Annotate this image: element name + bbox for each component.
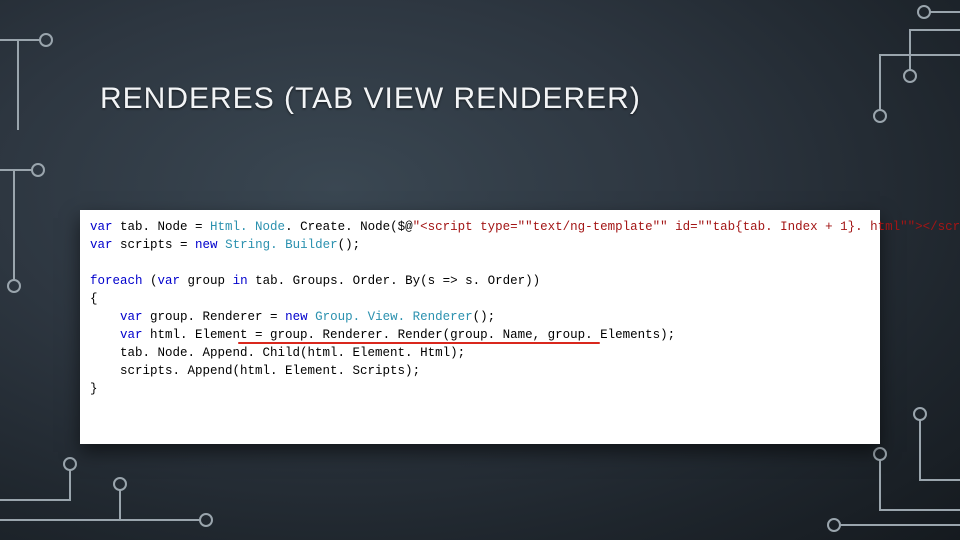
code-text: scripts = <box>113 238 196 252</box>
slide-title: RENDERES (TAB VIEW RENDERER) <box>100 82 641 116</box>
code-text <box>218 238 226 252</box>
code-type: Group. View. Renderer <box>315 310 473 324</box>
circuit-top-right <box>810 0 960 200</box>
code-indent <box>90 346 120 360</box>
code-text: tab. Groups. Order. By(s => s. Order)) <box>248 274 541 288</box>
code-type: Html. Node <box>210 220 285 234</box>
code-text: . Create. Node($@ <box>285 220 413 234</box>
code-keyword: in <box>233 274 248 288</box>
slide-background: RENDERES (TAB VIEW RENDERER) var tab. No… <box>0 0 960 540</box>
code-text: { <box>90 292 98 306</box>
code-text: ( <box>143 274 158 288</box>
code-text: html. Element = group. Renderer. Render(… <box>143 328 676 342</box>
code-keyword: new <box>195 238 218 252</box>
code-text: tab. Node. Append. Child(html. Element. … <box>120 346 465 360</box>
code-keyword: var <box>120 310 143 324</box>
code-text <box>308 310 316 324</box>
code-snippet: var tab. Node = Html. Node. Create. Node… <box>90 218 870 434</box>
code-text: tab. Node = <box>113 220 211 234</box>
code-text: group. Renderer = <box>143 310 286 324</box>
code-text: (); <box>338 238 361 252</box>
code-keyword: var <box>158 274 181 288</box>
code-keyword: new <box>285 310 308 324</box>
code-string: "<script type=""text/ng-template"" id=""… <box>413 220 960 234</box>
code-indent <box>90 364 120 378</box>
code-keyword: var <box>90 220 113 234</box>
code-keyword: var <box>90 238 113 252</box>
highlight-underline <box>238 342 600 344</box>
code-keyword: var <box>120 328 143 342</box>
code-keyword: foreach <box>90 274 143 288</box>
code-type: String. Builder <box>225 238 338 252</box>
code-snippet-box: var tab. Node = Html. Node. Create. Node… <box>80 210 880 444</box>
code-indent <box>90 310 120 324</box>
code-text: (); <box>473 310 496 324</box>
code-text: group <box>180 274 233 288</box>
code-text: scripts. Append(html. Element. Scripts); <box>120 364 420 378</box>
code-indent <box>90 328 120 342</box>
code-text: } <box>90 382 98 396</box>
